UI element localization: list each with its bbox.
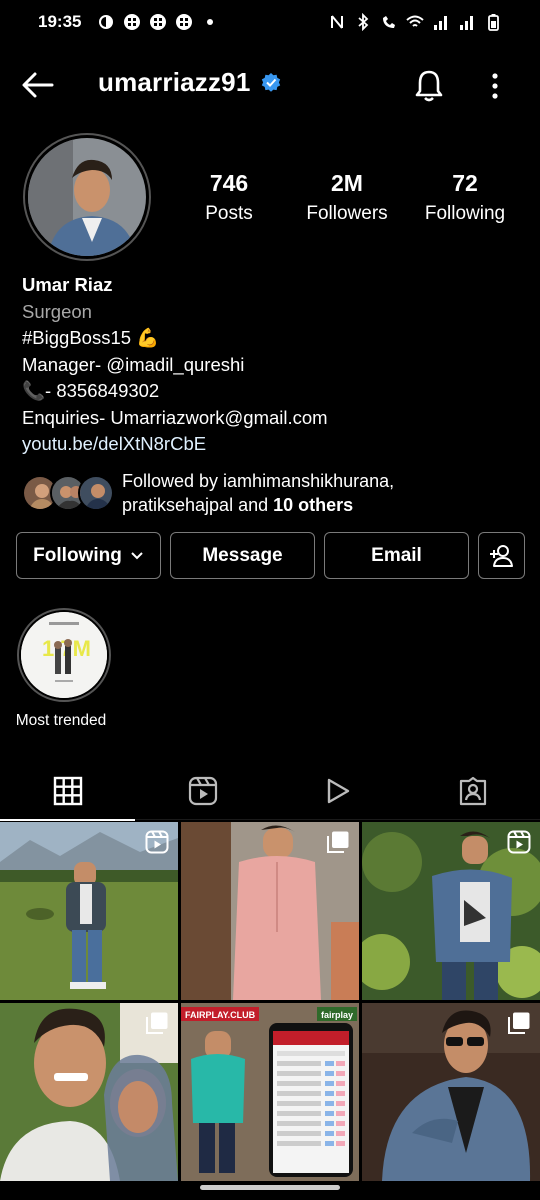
bluetooth-icon bbox=[358, 13, 369, 31]
stat-posts[interactable]: 746 Posts bbox=[170, 170, 288, 225]
bio-line-email: Enquiries- Umarriazwork@gmail.com bbox=[22, 406, 328, 428]
reels-icon bbox=[507, 830, 531, 854]
followed-by-line1: Followed by iamhimanshikhurana, bbox=[122, 471, 395, 491]
username-wrap: umarriazz91 bbox=[98, 67, 281, 98]
bio-category: Surgeon bbox=[22, 300, 92, 322]
bio-link[interactable]: youtu.be/delXtN8rCbE bbox=[22, 431, 522, 458]
tagged-icon bbox=[459, 776, 486, 806]
reels-icon bbox=[145, 830, 169, 854]
tab-posts-grid[interactable] bbox=[0, 762, 135, 821]
verified-badge-icon bbox=[261, 72, 280, 92]
post-thumbnail[interactable] bbox=[181, 822, 359, 1000]
notification-bell-icon[interactable] bbox=[410, 67, 448, 105]
data-saver-icon bbox=[99, 15, 114, 29]
tab-tagged[interactable] bbox=[405, 762, 540, 820]
more-options-icon[interactable] bbox=[482, 67, 508, 105]
profile-photo bbox=[28, 138, 146, 256]
stat-followers-label: Followers bbox=[306, 203, 388, 224]
mutual-avatar bbox=[78, 475, 114, 511]
post-thumbnail[interactable] bbox=[0, 822, 178, 1000]
bio-line-manager[interactable]: Manager- @imadil_qureshi bbox=[22, 352, 522, 379]
tab-videos[interactable] bbox=[270, 762, 405, 820]
multi-icon bbox=[508, 1012, 530, 1034]
dot-icon bbox=[207, 19, 214, 25]
ad-brand-right-text: fairplay bbox=[321, 1010, 353, 1020]
reels-icon bbox=[188, 776, 217, 806]
followed-by-text: Followed by iamhimanshikhurana, pratikse… bbox=[122, 469, 394, 517]
tab-reels[interactable] bbox=[135, 762, 270, 820]
app-icon bbox=[176, 14, 193, 30]
profile-action-buttons: Following Message Email bbox=[16, 532, 525, 579]
wifi-icon bbox=[406, 15, 424, 27]
stat-followers-count: 2M bbox=[331, 170, 363, 196]
status-right-icons bbox=[328, 13, 502, 31]
multi-icon bbox=[146, 1012, 168, 1034]
highlight-cover: 1.7M bbox=[21, 612, 107, 698]
status-time: 19:35 bbox=[38, 12, 82, 31]
email-button[interactable]: Email bbox=[324, 532, 469, 579]
username: umarriazz91 bbox=[98, 67, 251, 97]
stat-following-label: Following bbox=[424, 203, 506, 224]
profile-stats: 746 Posts 2M Followers 72 Following bbox=[170, 170, 540, 225]
bio-line: #BiggBoss15 💪 bbox=[22, 327, 160, 348]
grid-icon bbox=[53, 776, 82, 806]
message-button-label: Message bbox=[202, 544, 283, 566]
stat-following-count: 72 bbox=[452, 170, 478, 196]
stat-posts-count: 746 bbox=[209, 170, 249, 196]
posts-grid: FAIRPLAY.CLUB fairplay bbox=[0, 822, 540, 1181]
message-button[interactable]: Message bbox=[170, 532, 315, 579]
app-icon bbox=[124, 14, 141, 30]
profile-header: umarriazz91 bbox=[0, 55, 540, 113]
bio-name: Umar Riaz bbox=[22, 274, 113, 295]
post-thumbnail[interactable] bbox=[362, 1003, 540, 1181]
mutual-avatars bbox=[22, 475, 114, 511]
app-icon bbox=[150, 14, 167, 30]
email-button-label: Email bbox=[371, 544, 422, 566]
post-thumbnail[interactable] bbox=[0, 1003, 178, 1181]
status-bar: 19:35 bbox=[0, 0, 540, 44]
highlight-label: Most trended bbox=[15, 712, 107, 729]
followed-by[interactable]: Followed by iamhimanshikhurana, pratikse… bbox=[22, 466, 522, 520]
profile-bio: Umar Riaz Surgeon #BiggBoss15 💪 Manager-… bbox=[22, 272, 522, 458]
bio-line-phone: 📞- 8356849302 bbox=[22, 380, 160, 401]
following-button[interactable]: Following bbox=[16, 532, 161, 579]
following-button-label: Following bbox=[33, 544, 122, 566]
volte-icon bbox=[383, 16, 395, 28]
highlight-ring: 1.7M bbox=[17, 608, 111, 702]
add-user-icon bbox=[489, 544, 513, 567]
battery-icon bbox=[488, 14, 499, 31]
profile-avatar[interactable] bbox=[23, 133, 151, 261]
stat-posts-label: Posts bbox=[205, 203, 253, 224]
suggested-users-button[interactable] bbox=[478, 532, 525, 579]
followed-by-others: 10 others bbox=[273, 495, 354, 515]
multi-icon bbox=[327, 831, 349, 853]
followed-by-line2: pratiksehajpal and 10 others bbox=[122, 493, 394, 517]
post-image: FAIRPLAY.CLUB fairplay bbox=[181, 1003, 359, 1181]
ad-brand-text: FAIRPLAY.CLUB bbox=[185, 1010, 256, 1020]
post-thumbnail[interactable]: FAIRPLAY.CLUB fairplay bbox=[181, 1003, 359, 1181]
nfc-icon bbox=[331, 15, 343, 29]
stat-followers[interactable]: 2M Followers bbox=[288, 170, 406, 225]
signal-icon bbox=[434, 16, 447, 30]
post-thumbnail[interactable] bbox=[362, 822, 540, 1000]
followed-by-names: pratiksehajpal and bbox=[122, 495, 274, 515]
story-highlight[interactable]: 1.7M Most trended bbox=[14, 608, 114, 730]
gesture-nav-handle[interactable] bbox=[200, 1185, 340, 1190]
chevron-down-icon bbox=[131, 551, 143, 559]
status-left-icons bbox=[97, 13, 219, 31]
signal-icon bbox=[460, 16, 473, 30]
stat-following[interactable]: 72 Following bbox=[406, 170, 524, 225]
back-arrow-icon[interactable] bbox=[20, 67, 56, 103]
video-play-icon bbox=[327, 778, 349, 804]
content-tabs bbox=[0, 762, 540, 821]
